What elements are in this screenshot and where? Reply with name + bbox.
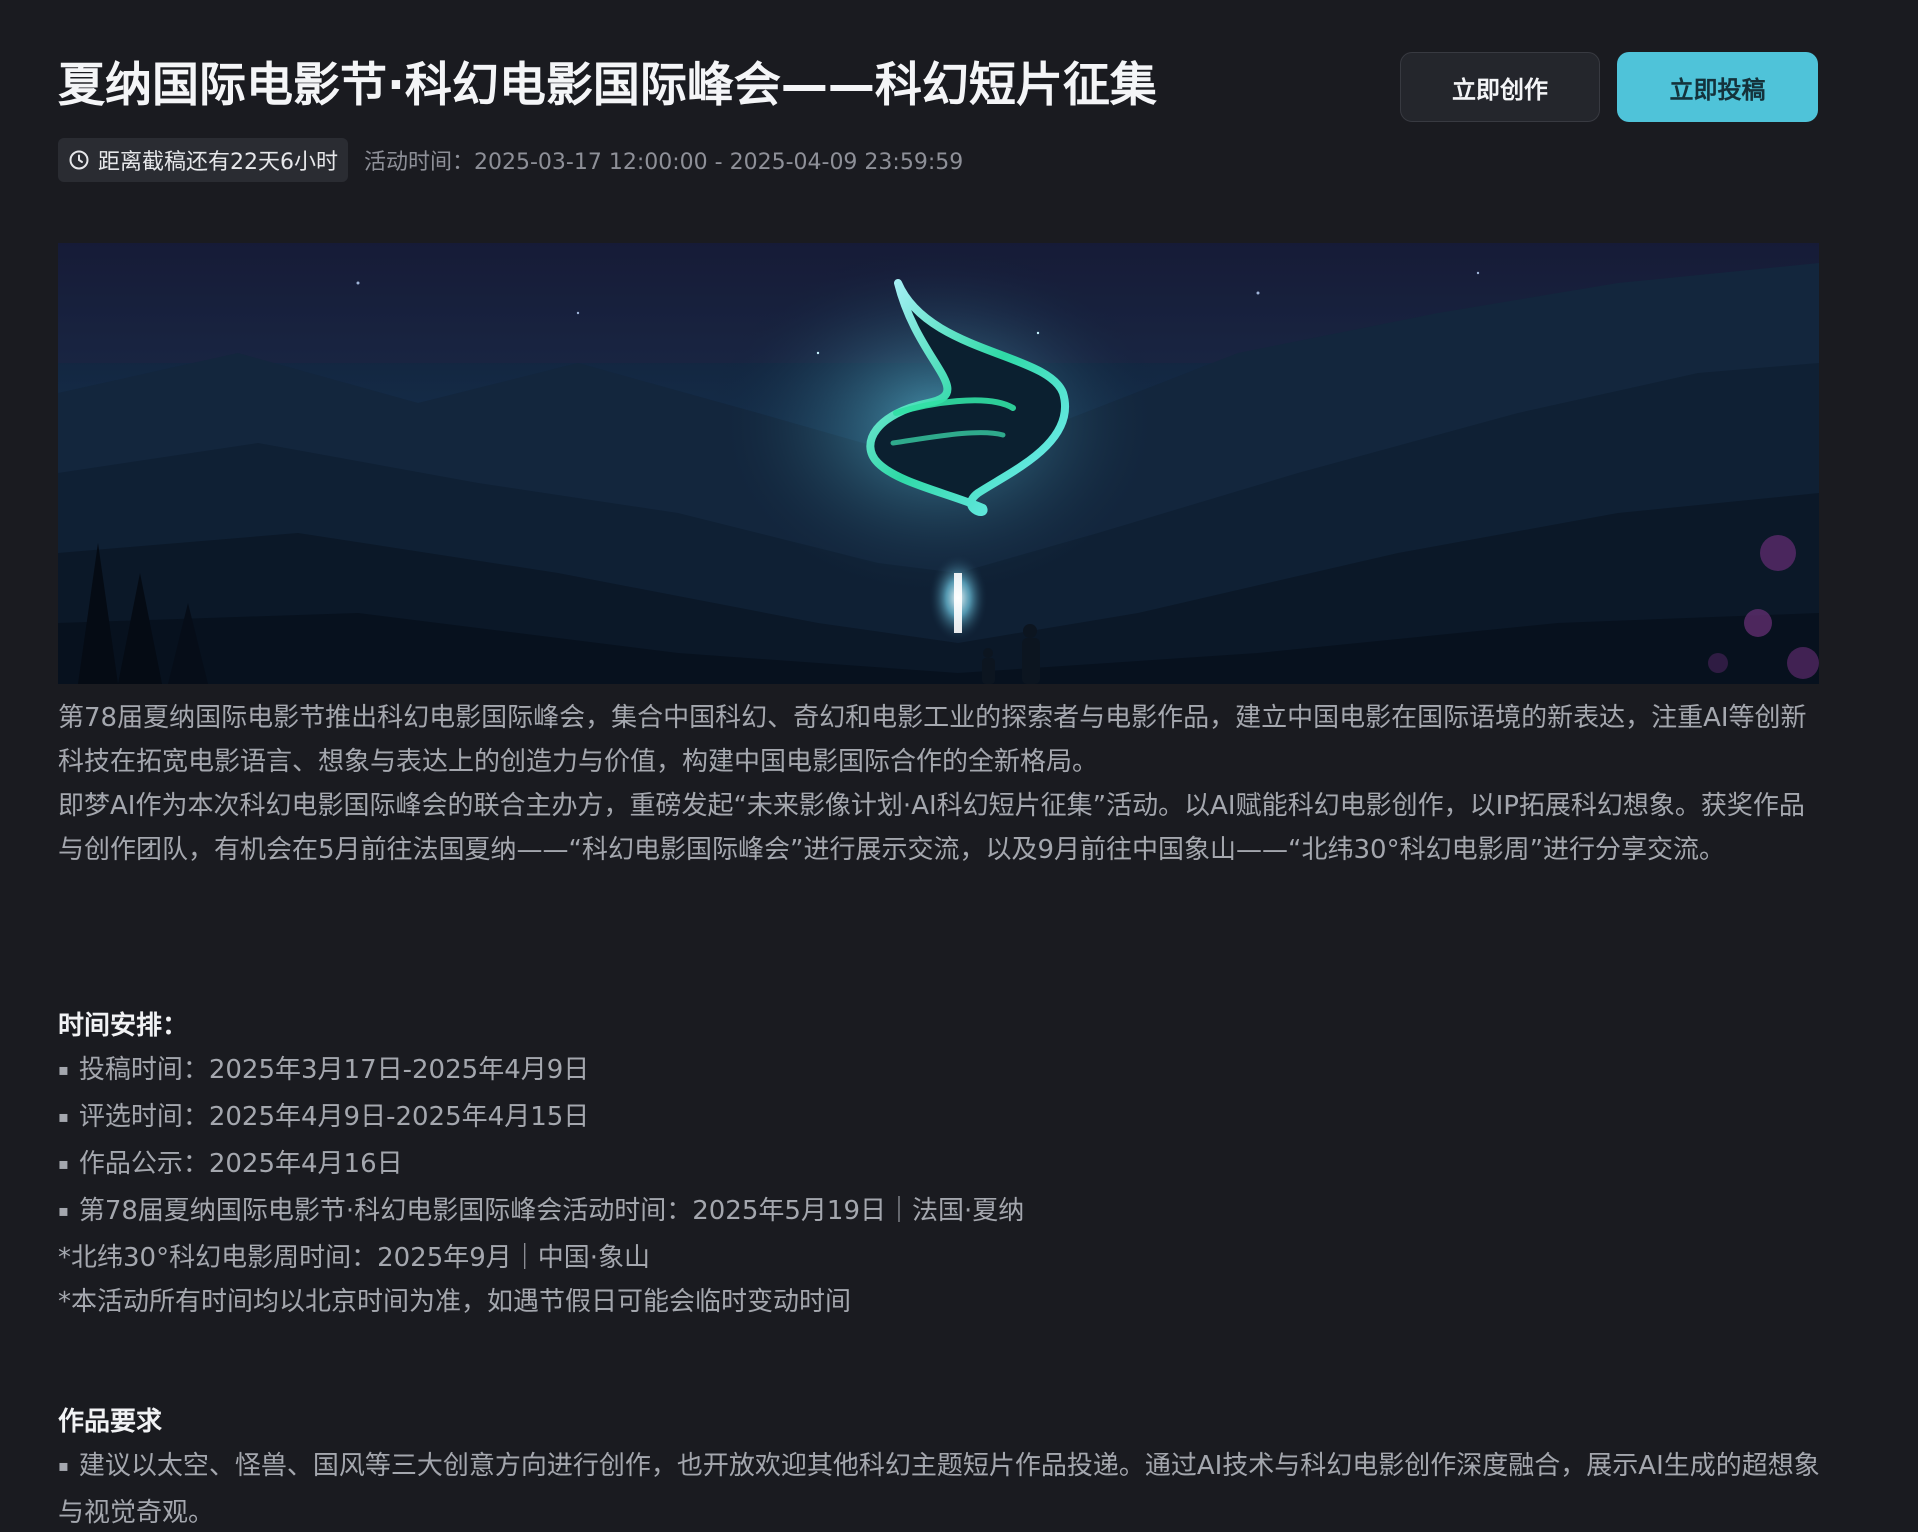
intro-text: 第78届夏纳国际电影节推出科幻电影国际峰会，集合中国科幻、奇幻和电影工业的探索者… bbox=[58, 696, 1828, 872]
list-item: 作品公示：2025年4月16日 bbox=[58, 1142, 1828, 1189]
list-item: 投稿时间：2025年3月17日-2025年4月9日 bbox=[58, 1048, 1828, 1095]
schedule-heading: 时间安排： bbox=[58, 1011, 189, 1041]
event-page: 夏纳国际电影节·科幻电影国际峰会——科幻短片征集 立即创作 立即投稿 距离截稿还… bbox=[0, 0, 1918, 1532]
create-now-button[interactable]: 立即创作 bbox=[1400, 52, 1600, 122]
deadline-text: 距离截稿还有22天6小时 bbox=[98, 150, 338, 175]
banner-image bbox=[58, 243, 1819, 684]
activity-time: 活动时间：2025-03-17 12:00:00 - 2025-04-09 23… bbox=[364, 150, 964, 175]
clock-icon bbox=[68, 149, 90, 171]
page-title: 夏纳国际电影节·科幻电影国际峰会——科幻短片征集 bbox=[58, 58, 1157, 113]
list-item: 第78届夏纳国际电影节·科幻电影国际峰会活动时间：2025年5月19日｜法国·夏… bbox=[58, 1189, 1828, 1236]
list-item: 建议以太空、怪兽、国风等三大创意方向进行创作，也开放欢迎其他科幻主题短片作品投递… bbox=[58, 1444, 1828, 1532]
deadline-badge: 距离截稿还有22天6小时 bbox=[58, 138, 348, 182]
requirements-heading: 作品要求 bbox=[58, 1407, 163, 1437]
event-meta: 距离截稿还有22天6小时 活动时间：2025-03-17 12:00:00 - … bbox=[58, 138, 963, 182]
requirements-list: 建议以太空、怪兽、国风等三大创意方向进行创作，也开放欢迎其他科幻主题短片作品投递… bbox=[58, 1444, 1828, 1532]
schedule-list: 投稿时间：2025年3月17日-2025年4月9日 评选时间：2025年4月9日… bbox=[58, 1048, 1828, 1324]
intro-paragraph-2: 即梦AI作为本次科幻电影国际峰会的联合主办方，重磅发起“未来影像计划·AI科幻短… bbox=[58, 791, 1805, 865]
schedule-note: *北纬30°科幻电影周时间：2025年9月｜中国·象山 bbox=[58, 1243, 651, 1273]
submit-now-button[interactable]: 立即投稿 bbox=[1617, 52, 1818, 122]
list-item: 评选时间：2025年4月9日-2025年4月15日 bbox=[58, 1095, 1828, 1142]
schedule-note: *本活动所有时间均以北京时间为准，如遇节假日可能会临时变动时间 bbox=[58, 1287, 852, 1317]
intro-paragraph-1: 第78届夏纳国际电影节推出科幻电影国际峰会，集合中国科幻、奇幻和电影工业的探索者… bbox=[58, 703, 1807, 777]
